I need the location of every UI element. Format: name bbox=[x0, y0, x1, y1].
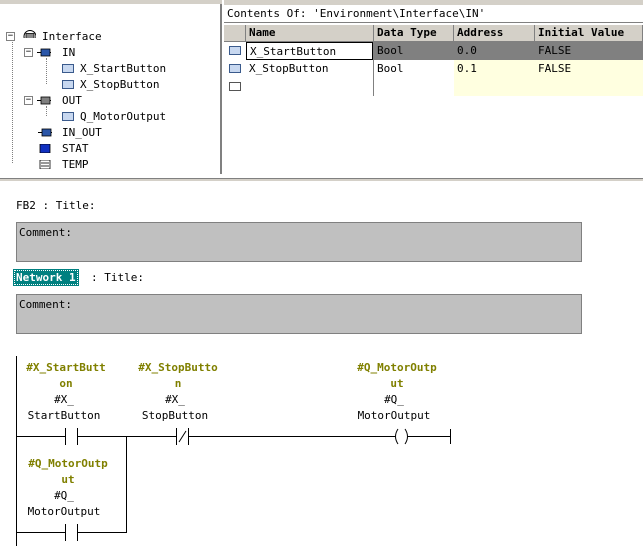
operand-line: #X_ bbox=[54, 393, 74, 406]
contact-seal-operand: #Q_ MotorOutput bbox=[14, 488, 114, 520]
comment-label: Comment: bbox=[19, 298, 72, 311]
name-cell[interactable]: X_StartButton bbox=[246, 42, 373, 60]
contact-seal-symbol: #Q_MotorOutp ut bbox=[18, 456, 118, 488]
tree-item-x-stopbutton[interactable]: X_StopButton bbox=[62, 77, 222, 92]
contact-stop-operand: #X_ StopButton bbox=[125, 392, 225, 424]
stat-section-icon bbox=[39, 144, 51, 153]
data-type-cell[interactable]: Bool bbox=[374, 60, 454, 78]
symbol-line: #Q_MotorOutp bbox=[357, 361, 437, 374]
symbol-line: #X_StartButt bbox=[26, 361, 106, 374]
column-header-data-type[interactable]: Data Type bbox=[374, 25, 454, 42]
variable-icon bbox=[62, 112, 74, 121]
tree-item-in[interactable]: − IN bbox=[24, 45, 214, 60]
collapse-icon[interactable]: − bbox=[6, 32, 15, 41]
variable-icon bbox=[229, 64, 241, 73]
address-cell: 0.0 bbox=[457, 44, 477, 57]
column-header-address[interactable]: Address bbox=[454, 25, 535, 42]
rung-wire bbox=[17, 436, 65, 437]
out-section-icon bbox=[37, 96, 51, 105]
row-header-corner bbox=[224, 25, 246, 42]
branch-wire bbox=[78, 532, 127, 533]
contents-pane: Contents Of: 'Environment\Interface\IN' … bbox=[224, 0, 643, 174]
table-row-icon bbox=[224, 42, 246, 60]
operand-line: StartButton bbox=[27, 409, 101, 422]
operand-line: StopButton bbox=[141, 409, 209, 422]
symbol-line: n bbox=[174, 377, 182, 390]
temp-section-icon bbox=[39, 160, 51, 169]
contact-stop-symbol: #X_StopButto n bbox=[128, 360, 228, 392]
tree-label: Q_MotorOutput bbox=[80, 110, 167, 123]
tree-label: IN_OUT bbox=[62, 126, 102, 139]
tree-label: TEMP bbox=[62, 158, 89, 171]
tree-item-interface[interactable]: − Interface bbox=[6, 29, 216, 44]
name-cell[interactable]: X_StopButton bbox=[246, 60, 373, 78]
rung-wire bbox=[408, 436, 450, 437]
new-row-icon bbox=[229, 82, 241, 91]
tree-item-out[interactable]: − OUT bbox=[24, 93, 214, 108]
variable-icon bbox=[62, 80, 74, 89]
operand-line: MotorOutput bbox=[27, 505, 101, 518]
variable-icon bbox=[229, 46, 241, 55]
rung-wire bbox=[189, 436, 395, 437]
tree-label: X_StartButton bbox=[80, 62, 167, 75]
collapse-icon[interactable]: − bbox=[24, 48, 33, 57]
coil-motor-output[interactable] bbox=[393, 428, 410, 445]
table-row-icon bbox=[224, 78, 246, 96]
tree-label: STAT bbox=[62, 142, 89, 155]
in-section-icon bbox=[37, 48, 51, 57]
interface-tree[interactable]: − Interface − IN X_StartButton X_StopBut… bbox=[0, 4, 222, 174]
symbol-line: ut bbox=[390, 377, 404, 390]
column-header-name[interactable]: Name bbox=[246, 25, 374, 42]
branch-wire bbox=[17, 532, 65, 533]
tree-connector bbox=[12, 37, 13, 163]
symbol-line: #X_StopButto bbox=[138, 361, 218, 374]
data-type-cell[interactable]: Bool bbox=[374, 42, 454, 60]
address-cell: 0.1 bbox=[457, 62, 477, 75]
coil-motor-symbol: #Q_MotorOutp ut bbox=[347, 360, 447, 392]
network-title[interactable]: : Title: bbox=[91, 271, 144, 284]
operand-line: MotorOutput bbox=[357, 409, 431, 422]
column-header-initial-value[interactable]: Initial Value bbox=[535, 25, 643, 42]
tree-label: X_StopButton bbox=[80, 78, 160, 91]
network-label[interactable]: Network 1 bbox=[13, 269, 79, 286]
variable-icon bbox=[62, 64, 74, 73]
contact-start-operand: #X_ StartButton bbox=[14, 392, 114, 424]
symbol-line: #Q_MotorOutp bbox=[28, 457, 108, 470]
operand-line: #X_ bbox=[165, 393, 185, 406]
tree-item-stat[interactable]: STAT bbox=[38, 141, 218, 156]
block-title[interactable]: FB2 : Title: bbox=[16, 199, 95, 212]
table-row-icon bbox=[224, 60, 246, 78]
tree-item-temp[interactable]: TEMP bbox=[38, 157, 218, 172]
tree-item-in-out[interactable]: IN_OUT bbox=[38, 125, 218, 140]
initial-value-cell[interactable]: FALSE bbox=[535, 42, 643, 60]
symbol-line: ut bbox=[61, 473, 75, 486]
pane-splitter[interactable] bbox=[0, 178, 643, 182]
network-comment[interactable]: Comment: bbox=[16, 294, 582, 334]
tree-item-x-startbutton[interactable]: X_StartButton bbox=[62, 61, 222, 76]
initial-value-cell[interactable]: FALSE bbox=[535, 60, 643, 78]
operand-line: #Q_ bbox=[384, 393, 404, 406]
comment-label: Comment: bbox=[19, 226, 72, 239]
declaration-area: − Interface − IN X_StartButton X_StopBut… bbox=[0, 0, 643, 180]
contact-start-no[interactable] bbox=[64, 428, 80, 445]
operand-line: #Q_ bbox=[54, 489, 74, 502]
interface-icon bbox=[23, 30, 36, 38]
rung-end bbox=[450, 429, 451, 444]
tree-item-q-motoroutput[interactable]: Q_MotorOutput bbox=[62, 109, 222, 124]
tree-label: OUT bbox=[62, 94, 82, 107]
contact-stop-nc[interactable] bbox=[175, 428, 191, 445]
symbol-line: on bbox=[59, 377, 73, 390]
contact-start-symbol: #X_StartButt on bbox=[16, 360, 116, 392]
rung-wire bbox=[78, 436, 176, 437]
in-out-section-icon bbox=[38, 128, 52, 137]
branch-wire bbox=[126, 436, 127, 533]
coil-motor-operand: #Q_ MotorOutput bbox=[344, 392, 444, 424]
tree-label: Interface bbox=[42, 30, 102, 43]
contents-title: Contents Of: 'Environment\Interface\IN' bbox=[224, 5, 643, 23]
contact-seal-no[interactable] bbox=[64, 524, 80, 541]
block-comment[interactable]: Comment: bbox=[16, 222, 582, 262]
collapse-icon[interactable]: − bbox=[24, 96, 33, 105]
tree-label: IN bbox=[62, 46, 76, 59]
tree-connector bbox=[46, 58, 47, 84]
